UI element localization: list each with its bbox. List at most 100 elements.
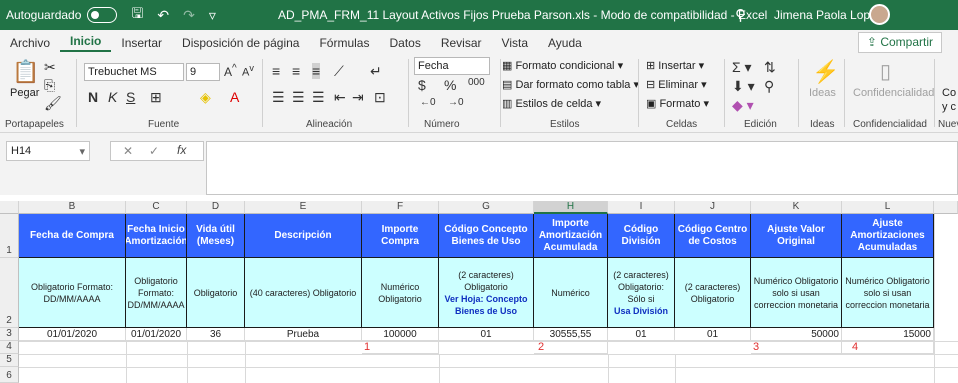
decrease-decimal-icon[interactable]: →0	[448, 97, 464, 108]
increase-indent-icon[interactable]: ⇥	[352, 89, 364, 106]
cell-styles-button[interactable]: ▥ Estilos de celda ▾	[502, 97, 601, 110]
column-header-k[interactable]: K	[751, 201, 842, 214]
borders-icon[interactable]: ⊞	[150, 89, 162, 106]
row-header-5[interactable]: 5	[0, 354, 19, 367]
comma-icon[interactable]: 000	[468, 77, 485, 88]
copy-icon[interactable]: ⎘	[44, 77, 55, 94]
wrap-text-icon[interactable]: ↵	[370, 63, 382, 80]
autosum-icon[interactable]: Σ ▾	[732, 59, 752, 76]
marker-cell[interactable]: 4	[842, 341, 934, 354]
header-cell[interactable]: Ajuste Amortizaciones Acumuladas	[842, 214, 934, 258]
data-cell[interactable]: 01	[675, 328, 751, 341]
paste-label[interactable]: Pegar	[10, 87, 39, 99]
align-center-icon[interactable]: ☰	[292, 89, 305, 106]
increase-decimal-icon[interactable]: ←0	[420, 97, 436, 108]
data-cell[interactable]: 15000	[842, 328, 934, 341]
insert-cells-button[interactable]: ⊞ Insertar ▾	[646, 59, 704, 72]
description-cell[interactable]: (2 caracteres) Obligatorio Ver Hoja: Con…	[439, 258, 534, 328]
header-cell[interactable]: Importe Amortización Acumulada	[534, 214, 608, 258]
increase-font-icon[interactable]: A^	[224, 63, 237, 79]
select-all-corner[interactable]	[0, 201, 19, 214]
clear-icon[interactable]: ◆ ▾	[732, 97, 754, 114]
tab-ayuda[interactable]: Ayuda	[538, 36, 592, 50]
header-cell[interactable]: Código Concepto Bienes de Uso	[439, 214, 534, 258]
align-top-icon[interactable]: ≡	[272, 63, 280, 79]
find-icon[interactable]: ⚲	[764, 78, 774, 95]
header-cell[interactable]: Fecha Inicio Amortización	[126, 214, 187, 258]
save-icon[interactable]: 🖫	[131, 3, 143, 27]
data-cell[interactable]: 01	[439, 328, 534, 341]
data-cell[interactable]: Prueba	[245, 328, 362, 341]
user-name[interactable]: Jimena Paola Lopez	[774, 8, 883, 22]
enter-icon[interactable]: ✓	[149, 144, 159, 158]
format-painter-icon[interactable]: 🖌	[44, 95, 62, 112]
new-group-label-1[interactable]: Co	[942, 87, 956, 99]
customize-toolbar-icon[interactable]: ▿	[209, 7, 216, 24]
undo-icon[interactable]: ↶	[157, 7, 169, 24]
name-box[interactable]: H14 ▾	[6, 141, 90, 161]
tab-datos[interactable]: Datos	[379, 36, 430, 50]
column-header-e[interactable]: E	[245, 201, 362, 214]
row-header-3[interactable]: 3	[0, 328, 19, 341]
column-header-b[interactable]: B	[19, 201, 126, 214]
column-header-m[interactable]	[934, 201, 958, 214]
tab-formulas[interactable]: Fórmulas	[309, 36, 379, 50]
column-header-i[interactable]: I	[608, 201, 675, 214]
sort-filter-icon[interactable]: ⇅	[764, 59, 776, 76]
header-cell[interactable]: Código Centro de Costos	[675, 214, 751, 258]
tab-archivo[interactable]: Archivo	[0, 36, 60, 50]
row-header-1[interactable]: 1	[0, 214, 19, 258]
align-left-icon[interactable]: ☰	[272, 89, 285, 106]
data-cell[interactable]: 01/01/2020	[126, 328, 187, 341]
header-cell[interactable]: Fecha de Compra	[19, 214, 126, 258]
tab-disposicion[interactable]: Disposición de página	[172, 36, 309, 50]
header-cell[interactable]: Importe Compra	[362, 214, 439, 258]
underline-icon[interactable]: S	[126, 89, 135, 105]
description-cell[interactable]: (2 caracteres) Obligatorio: Sólo si Usa …	[608, 258, 675, 328]
marker-cell[interactable]: 2	[534, 341, 608, 354]
italic-icon[interactable]: K	[108, 89, 117, 105]
description-cell[interactable]: Numérico Obligatorio solo si usan correc…	[751, 258, 842, 328]
font-size-select[interactable]: 9	[186, 63, 220, 81]
align-middle-icon[interactable]: ≡	[292, 63, 300, 79]
marker-cell[interactable]: 3	[751, 341, 842, 354]
column-header-l[interactable]: L	[842, 201, 934, 214]
fill-icon[interactable]: ⬇ ▾	[732, 78, 755, 95]
fill-color-icon[interactable]: ◈	[200, 89, 211, 106]
header-cell[interactable]: Ajuste Valor Original	[751, 214, 842, 258]
description-cell[interactable]: (2 caracteres) Obligatorio	[675, 258, 751, 328]
row-header-2[interactable]: 2	[0, 258, 19, 328]
header-cell[interactable]: Vida útil (Meses)	[187, 214, 245, 258]
description-cell[interactable]: Numérico	[534, 258, 608, 328]
column-header-f[interactable]: F	[362, 201, 439, 214]
avatar[interactable]	[869, 4, 890, 25]
new-group-label-2[interactable]: y c	[942, 101, 956, 113]
format-as-table-button[interactable]: ▤ Dar formato como tabla ▾	[502, 78, 639, 91]
row-header-4[interactable]: 4	[0, 341, 19, 354]
description-cell[interactable]: (40 caracteres) Obligatorio	[245, 258, 362, 328]
format-cells-button[interactable]: ▣ Formato ▾	[646, 97, 709, 110]
description-cell[interactable]: Obligatorio	[187, 258, 245, 328]
confidentiality-label[interactable]: Confidencialidad	[853, 87, 934, 99]
merge-icon[interactable]: ⊡	[374, 89, 386, 106]
division-link[interactable]: Usa División	[614, 305, 668, 317]
formula-input[interactable]	[206, 141, 958, 195]
percent-icon[interactable]: %	[444, 77, 456, 93]
currency-icon[interactable]: $	[418, 77, 426, 93]
paste-icon[interactable]: 📋	[12, 59, 39, 85]
orientation-icon[interactable]: ⟋	[334, 63, 344, 80]
tab-revisar[interactable]: Revisar	[431, 36, 492, 50]
font-name-select[interactable]: Trebuchet MS	[84, 63, 184, 81]
description-cell[interactable]: Numérico Obligatorio	[362, 258, 439, 328]
search-icon[interactable]: ⚲	[735, 6, 746, 24]
data-cell[interactable]: 50000	[751, 328, 842, 341]
data-cell[interactable]: 100000	[362, 328, 439, 341]
header-cell[interactable]: Código División	[608, 214, 675, 258]
column-header-g[interactable]: G	[439, 201, 534, 214]
cancel-icon[interactable]: ✕	[123, 144, 133, 158]
marker-cell[interactable]: 1	[362, 341, 439, 354]
number-format-select[interactable]: Fecha	[414, 57, 490, 75]
description-cell[interactable]: Obligatorio Formato: DD/MM/AAAA	[19, 258, 126, 328]
align-right-icon[interactable]: ☰	[312, 89, 325, 106]
delete-cells-button[interactable]: ⊟ Eliminar ▾	[646, 78, 707, 91]
